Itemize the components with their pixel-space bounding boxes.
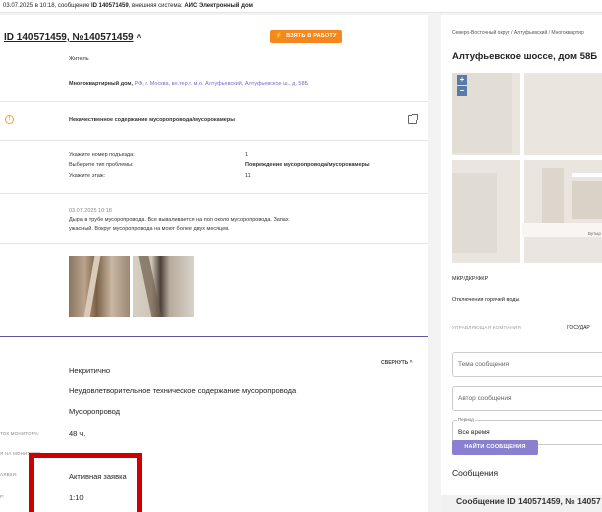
management-company-value: ГОСУДАР (567, 325, 590, 331)
detail-value-entrance: 1 (245, 152, 249, 158)
problem-title: Некачественное содержание мусоропровода/… (69, 117, 235, 123)
attachment-photo-1[interactable] (69, 256, 130, 317)
message-topic-placeholder: Тема сообщения (458, 361, 510, 368)
map-label: Бутыр (588, 231, 601, 236)
period-legend: Период (457, 417, 475, 423)
hot-water-label: Отключения горячей воды (452, 297, 520, 303)
author-address-line: Многоквартирный дом, РФ, г. Москва, вн.т… (69, 81, 308, 87)
highlight-box (29, 453, 142, 512)
author-role: Житель (69, 56, 89, 62)
period-value: Все время (458, 429, 490, 436)
topbar-middle: , внешняя система: (128, 3, 183, 9)
field-label-monitor-period: ТОК МОНИТОРА: (0, 431, 40, 436)
field-problem-description: Неудовлетворительное техническое содержа… (69, 386, 297, 395)
zoom-out-button[interactable]: − (457, 86, 467, 96)
building-map[interactable]: + − Бутыр (452, 73, 602, 263)
top-info-bar: 03.07.2025 в 10:18, сообщение ID 1405714… (0, 0, 602, 13)
topbar-id: ID 140571459 (90, 3, 129, 9)
take-to-work-button[interactable]: ⚡ ВЗЯТЬ В РАБОТУ (270, 30, 342, 43)
detail-value-problem-type: Повреждение мусоропровода/мусорокамеры (245, 162, 370, 168)
bolt-icon: ⚡ (275, 33, 284, 39)
address-link[interactable]: РФ, г. Москва, вн.тер.г. м.о. Алтуфьевск… (135, 81, 309, 87)
management-company-label: УПРАВЛЯЮЩАЯ КОМПАНИЯ (452, 325, 522, 330)
messages-title: Сообщения (452, 468, 499, 478)
field-object: Мусоропровод (69, 407, 121, 416)
message-author-input[interactable]: Автор сообщения (452, 386, 602, 411)
building-type: Многоквартирный дом, (69, 81, 133, 87)
attachment-photo-2[interactable] (133, 256, 194, 317)
external-link-icon[interactable] (408, 114, 418, 124)
section-divider (0, 336, 428, 337)
message-author-placeholder: Автор сообщения (458, 395, 512, 402)
detail-value-floor: 11 (245, 173, 251, 179)
field-label-request-status: АЯВКИ: (0, 472, 18, 477)
chevron-up-icon[interactable]: ^ (137, 33, 142, 42)
building-address: Алтуфьевское шоссе, дом 58Б (452, 51, 598, 62)
divider (0, 101, 428, 102)
field-criticality: Некритично (69, 366, 111, 375)
zoom-in-button[interactable]: + (457, 75, 467, 85)
detail-label-problem-type: Выберите тип проблемы: (69, 162, 134, 168)
divider (0, 140, 428, 141)
mkr-label: МКР/ДКР/ФКР (452, 276, 489, 282)
field-monitor-period: 48 ч. (69, 429, 86, 438)
message-list-item[interactable]: Сообщение ID 140571459, № 14057 (456, 496, 601, 506)
collapse-button[interactable]: СВЕРНУТЬ ^ (381, 360, 413, 366)
message-date: 03.07.2025 10:18 (69, 208, 112, 214)
detail-label-floor: Укажите этаж: (69, 173, 106, 179)
divider (0, 193, 428, 194)
request-detail-panel: ID 140571459, №140571459 ^ ⚡ ВЗЯТЬ В РАБОТ… (0, 15, 428, 512)
request-title-text: ID 140571459, №140571459 (4, 32, 134, 43)
breadcrumb[interactable]: Северо-Восточный округ / Алтуфьевский / … (452, 30, 584, 36)
message-text-line1: Дыра в трубе мусоропровода. Все вывалива… (69, 217, 289, 223)
topbar-date: 03.07.2025 в 10:18, сообщение (3, 3, 90, 9)
take-to-work-label: ВЗЯТЬ В РАБОТУ (286, 33, 337, 39)
find-messages-button[interactable]: НАЙТИ СООБЩЕНИЯ (452, 440, 538, 455)
building-info-panel: Северо-Восточный округ / Алтуфьевский / … (441, 15, 602, 512)
message-topic-input[interactable]: Тема сообщения (452, 352, 602, 377)
request-title[interactable]: ID 140571459, №140571459 ^ (4, 32, 141, 43)
topbar-system: АИС Электронный дом (184, 3, 253, 9)
detail-label-entrance: Укажите номер подъезда: (69, 152, 135, 158)
warning-circle-icon: ! (5, 115, 14, 124)
divider (0, 243, 428, 244)
field-label-time: Р: (0, 494, 5, 499)
message-text-line2: ужасный. Вокруг мусоропровода на моют бо… (69, 226, 230, 232)
